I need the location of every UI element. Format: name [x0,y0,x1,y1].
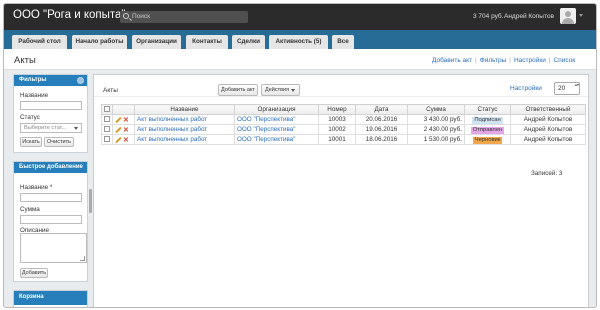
row-name[interactable]: Акт выполненных работ [134,114,235,125]
cart-panel: Корзина [13,290,88,307]
settings-link[interactable]: Настройки [514,57,546,64]
add-button[interactable]: Добавить [20,268,48,278]
row-sum: 2 430.00 руб. [407,124,465,135]
col-org[interactable]: Организация [234,104,319,115]
delete-icon[interactable]: ✕ [123,127,129,134]
col-status[interactable]: Статус [464,104,511,115]
row-owner: Андрей Копытов [510,134,586,145]
select-all-checkbox[interactable] [104,106,110,113]
tab-contacts[interactable]: Контакты [186,35,228,49]
filters-link[interactable]: Фильтры [480,57,507,64]
balance: 3 704 руб. [473,13,504,20]
row-number: 10002 [318,124,356,135]
table-row[interactable]: ✕ Акт выполненных работ ООО "Перспектива… [101,134,586,145]
sidebar-scrollbar[interactable] [89,189,92,213]
add-act-button[interactable]: Добавить акт [218,84,258,96]
search-icon [123,13,129,19]
page-header: Акты Добавить акт | Фильтры | Настройки | Спис… [4,49,596,70]
per-page-select[interactable]: 20 [554,82,580,95]
main-nav: Рабочий стол Начало работы Организации К… [4,30,596,49]
chevron-down-icon[interactable] [579,14,583,17]
row-date: 19.06.2016 [355,124,408,135]
table-row[interactable]: ✕ Акт выполненных работ ООО "Перспектива… [101,114,586,125]
quick-add-sum-label: Сумма [20,206,40,213]
records-count: Записей: 3 [531,170,563,177]
status-badge: Подписан [472,116,503,124]
clear-button[interactable]: Очистить [44,137,74,147]
row-sum: 3 430.00 руб. [407,114,465,125]
search-input[interactable]: Поиск [120,11,248,23]
list-link[interactable]: Список [554,57,576,64]
cart-title: Корзина [14,291,87,305]
row-checkbox[interactable] [104,126,110,133]
row-number: 10001 [318,134,356,145]
edit-icon[interactable] [115,136,122,143]
top-bar: ООО "Рога и копыта" Поиск 3 704 руб. Анд… [4,4,596,30]
row-checkbox[interactable] [104,116,110,123]
delete-icon[interactable]: ✕ [123,137,129,144]
quick-add-name-label: Название * [20,184,53,191]
row-name[interactable]: Акт выполненных работ [134,134,235,145]
table-settings-link[interactable]: Настройки [510,85,542,92]
row-org[interactable]: ООО "Перспектива" [234,134,319,145]
col-name[interactable]: Название [134,104,235,115]
actions-button[interactable]: Действия [261,84,300,96]
search-button[interactable]: Искать [20,137,42,147]
chevron-down-icon [291,89,295,92]
filters-panel-title: Фильтры [14,75,87,86]
status-badge: Отправлен [470,126,505,134]
row-owner: Андрей Копытов [510,114,586,125]
row-org[interactable]: ООО "Перспектива" [234,124,319,135]
table-header-row: Название Организация Номер Дата Сумма Ст… [101,104,586,115]
gear-icon[interactable] [77,77,84,84]
col-sum[interactable]: Сумма [407,104,465,115]
tab-deals[interactable]: Сделки [232,35,265,49]
col-date[interactable]: Дата [355,104,408,115]
app-window: ООО "Рога и копыта" Поиск 3 704 руб. Анд… [3,3,597,308]
row-number: 10003 [318,114,356,125]
row-org[interactable]: ООО "Перспектива" [234,114,319,125]
filter-name-label: Название [20,92,49,99]
page-title: Акты [14,55,36,66]
col-owner[interactable]: Ответственный [510,104,586,115]
col-number[interactable]: Номер [318,104,356,115]
content-toolbar: Акты Добавить акт Действия Настройки 20 [94,75,588,97]
filter-status-select[interactable]: Выберите стат... [20,123,82,133]
status-badge: Черновик [472,136,503,144]
row-date: 18.06.2016 [355,134,408,145]
row-checkbox[interactable] [104,136,110,143]
tab-activity[interactable]: Активность (5) [269,35,328,49]
filter-name-input[interactable] [20,101,82,110]
company-name[interactable]: ООО "Рога и копыта" [13,9,126,21]
quick-add-panel: Быстрое добавление Название * Сумма Опис… [13,161,88,282]
edit-icon[interactable] [115,126,122,133]
row-sum: 1 530.00 руб. [407,134,465,145]
quick-add-sum-input[interactable] [20,215,82,224]
quick-add-name-input[interactable] [20,193,82,202]
table-row[interactable]: ✕ Акт выполненных работ ООО "Перспектива… [101,124,586,135]
search-placeholder: Поиск [132,13,151,20]
tab-getting-started[interactable]: Начало работы [72,35,127,49]
filters-panel: Фильтры Название Статус Выберите стат...… [13,74,88,153]
edit-icon[interactable] [115,116,122,123]
acts-label: Акты [103,87,118,94]
row-owner: Андрей Копытов [510,124,586,135]
quick-add-desc-textarea[interactable] [20,233,87,263]
row-date: 20.06.2016 [355,114,408,125]
filter-status-label: Статус [20,114,40,121]
quick-add-title: Быстрое добавление [14,162,87,173]
acts-content: Акты Добавить акт Действия Настройки 20 … [93,74,589,307]
avatar[interactable] [560,8,576,24]
user-name[interactable]: Андрей Копытов [504,13,554,20]
delete-icon[interactable]: ✕ [123,117,129,124]
header-links: Добавить акт | Фильтры | Настройки | Список [432,57,576,64]
acts-table: Название Организация Номер Дата Сумма Ст… [101,104,586,145]
tab-organizations[interactable]: Организации [132,35,181,49]
select-all-cell [101,104,113,115]
tab-desktop[interactable]: Рабочий стол [12,35,67,49]
add-act-link[interactable]: Добавить акт [432,57,472,64]
row-name[interactable]: Акт выполненных работ [134,124,235,135]
tab-all[interactable]: Все [332,35,354,49]
